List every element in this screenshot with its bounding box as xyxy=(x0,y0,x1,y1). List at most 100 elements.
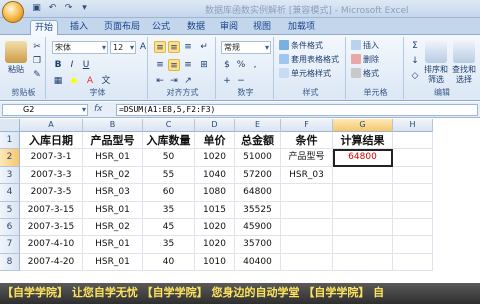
cell-h7[interactable] xyxy=(393,236,433,254)
font-name-select[interactable]: 宋体 xyxy=(52,41,108,54)
cell-f4[interactable] xyxy=(281,184,333,202)
conditional-format-button[interactable]: 条件格式 xyxy=(279,40,323,52)
cell-a4[interactable]: 2007-3-5 xyxy=(20,184,83,202)
cell-f8[interactable] xyxy=(281,253,333,272)
clear-icon[interactable]: ◇ xyxy=(409,70,421,82)
row-header-7[interactable]: 7 xyxy=(0,236,20,254)
cell-b6[interactable]: HSR_02 xyxy=(83,219,143,237)
cell-d6[interactable]: 1020 xyxy=(195,219,235,237)
cut-icon[interactable]: ✂ xyxy=(31,41,43,53)
cell-a8[interactable]: 2007-4-20 xyxy=(20,253,83,272)
align-center-icon[interactable]: ≡ xyxy=(168,59,180,71)
cell-g2[interactable]: 64800 xyxy=(333,149,393,167)
tab-data[interactable]: 数据 xyxy=(183,20,209,35)
delete-cells-button[interactable]: 删除 xyxy=(351,54,379,66)
row-header-5[interactable]: 5 xyxy=(0,201,20,219)
underline-icon[interactable]: U xyxy=(80,59,92,71)
decrease-decimal-icon[interactable]: − xyxy=(235,75,247,87)
cell-d3[interactable]: 1040 xyxy=(195,166,235,185)
cell-h5[interactable] xyxy=(393,201,433,219)
cell-g8[interactable] xyxy=(333,253,393,272)
select-all-corner[interactable] xyxy=(0,119,20,132)
format-cells-button[interactable]: 格式 xyxy=(351,68,379,80)
cell-d4[interactable]: 1080 xyxy=(195,184,235,202)
grow-font-icon[interactable]: A xyxy=(137,41,149,53)
cell-c6[interactable]: 45 xyxy=(143,219,195,237)
cell-b8[interactable]: HSR_01 xyxy=(83,253,143,272)
phonetic-icon[interactable]: 文 xyxy=(100,75,112,87)
tab-formulas[interactable]: 公式 xyxy=(148,20,174,35)
fill-color-icon[interactable]: ◆ xyxy=(68,75,80,87)
column-header-c[interactable]: C xyxy=(143,119,195,132)
bold-icon[interactable]: B xyxy=(52,59,64,71)
orientation-icon[interactable]: ↗ xyxy=(182,75,194,87)
cell-b7[interactable]: HSR_01 xyxy=(83,236,143,254)
border-icon[interactable]: ▦ xyxy=(52,75,64,87)
cell-a2[interactable]: 2007-3-1 xyxy=(20,149,83,167)
align-bottom-icon[interactable]: ≡ xyxy=(182,41,194,53)
tab-home[interactable]: 开始 xyxy=(30,20,59,35)
cell-e1[interactable]: 总金额 xyxy=(235,132,281,150)
cell-h4[interactable] xyxy=(393,184,433,202)
format-as-table-button[interactable]: 套用表格格式 xyxy=(279,54,339,66)
undo-icon[interactable]: ↶ xyxy=(46,2,59,15)
cell-c7[interactable]: 35 xyxy=(143,236,195,254)
cell-g7[interactable] xyxy=(333,236,393,254)
column-header-h[interactable]: H xyxy=(393,119,433,132)
cell-a6[interactable]: 2007-3-15 xyxy=(20,219,83,237)
cell-f1[interactable]: 条件 xyxy=(281,132,333,150)
cell-d1[interactable]: 单价 xyxy=(195,132,235,150)
customize-icon[interactable]: ▾ xyxy=(78,2,91,15)
cell-b1[interactable]: 产品型号 xyxy=(83,132,143,150)
italic-icon[interactable]: I xyxy=(66,59,78,71)
formula-input[interactable]: =DSUM(A1:E8,5,F2:F3) xyxy=(116,104,478,116)
row-header-2[interactable]: 2 xyxy=(0,149,20,167)
cell-c4[interactable]: 60 xyxy=(143,184,195,202)
cell-d5[interactable]: 1015 xyxy=(195,201,235,219)
cell-e5[interactable]: 35525 xyxy=(235,201,281,219)
cell-c2[interactable]: 50 xyxy=(143,149,195,167)
cell-f7[interactable] xyxy=(281,236,333,254)
cell-c5[interactable]: 35 xyxy=(143,201,195,219)
cell-f6[interactable] xyxy=(281,219,333,237)
fx-icon[interactable]: fx xyxy=(94,104,103,114)
copy-icon[interactable]: ❐ xyxy=(31,55,43,67)
column-header-g[interactable]: G xyxy=(333,119,393,132)
cell-e8[interactable]: 40400 xyxy=(235,253,281,272)
cell-styles-button[interactable]: 单元格样式 xyxy=(279,68,331,80)
cell-b3[interactable]: HSR_02 xyxy=(83,166,143,185)
cell-g5[interactable] xyxy=(333,201,393,219)
cell-h6[interactable] xyxy=(393,219,433,237)
cell-h1[interactable] xyxy=(393,132,433,150)
column-header-e[interactable]: E xyxy=(235,119,281,132)
cell-d7[interactable]: 1020 xyxy=(195,236,235,254)
percent-icon[interactable]: % xyxy=(235,59,247,71)
wrap-text-icon[interactable]: ↵ xyxy=(198,41,210,53)
cell-e7[interactable]: 35700 xyxy=(235,236,281,254)
row-header-4[interactable]: 4 xyxy=(0,184,20,202)
cell-h3[interactable] xyxy=(393,166,433,185)
tab-view[interactable]: 视图 xyxy=(249,20,275,35)
cell-b2[interactable]: HSR_01 xyxy=(83,149,143,167)
currency-icon[interactable]: $ xyxy=(221,59,233,71)
number-format-select[interactable]: 常规 xyxy=(221,41,271,54)
increase-decimal-icon[interactable]: + xyxy=(221,75,233,87)
cell-f3[interactable]: HSR_03 xyxy=(281,166,333,185)
align-middle-icon[interactable]: ≡ xyxy=(168,41,180,53)
cell-a7[interactable]: 2007-4-10 xyxy=(20,236,83,254)
cell-e2[interactable]: 51000 xyxy=(235,149,281,167)
cell-a3[interactable]: 2007-3-3 xyxy=(20,166,83,185)
cell-b5[interactable]: HSR_01 xyxy=(83,201,143,219)
align-right-icon[interactable]: ≡ xyxy=(182,59,194,71)
cell-c1[interactable]: 入库数量 xyxy=(143,132,195,150)
align-left-icon[interactable]: ≡ xyxy=(154,59,166,71)
fill-icon[interactable]: ↓ xyxy=(409,55,421,67)
tab-page-layout[interactable]: 页面布局 xyxy=(100,20,144,35)
cell-e6[interactable]: 45900 xyxy=(235,219,281,237)
font-color-icon[interactable]: A xyxy=(84,75,96,87)
cell-e4[interactable]: 64800 xyxy=(235,184,281,202)
name-box[interactable]: G2 xyxy=(2,104,88,116)
cell-a5[interactable]: 2007-3-15 xyxy=(20,201,83,219)
cell-h2[interactable] xyxy=(393,149,433,167)
column-header-a[interactable]: A xyxy=(20,119,83,132)
